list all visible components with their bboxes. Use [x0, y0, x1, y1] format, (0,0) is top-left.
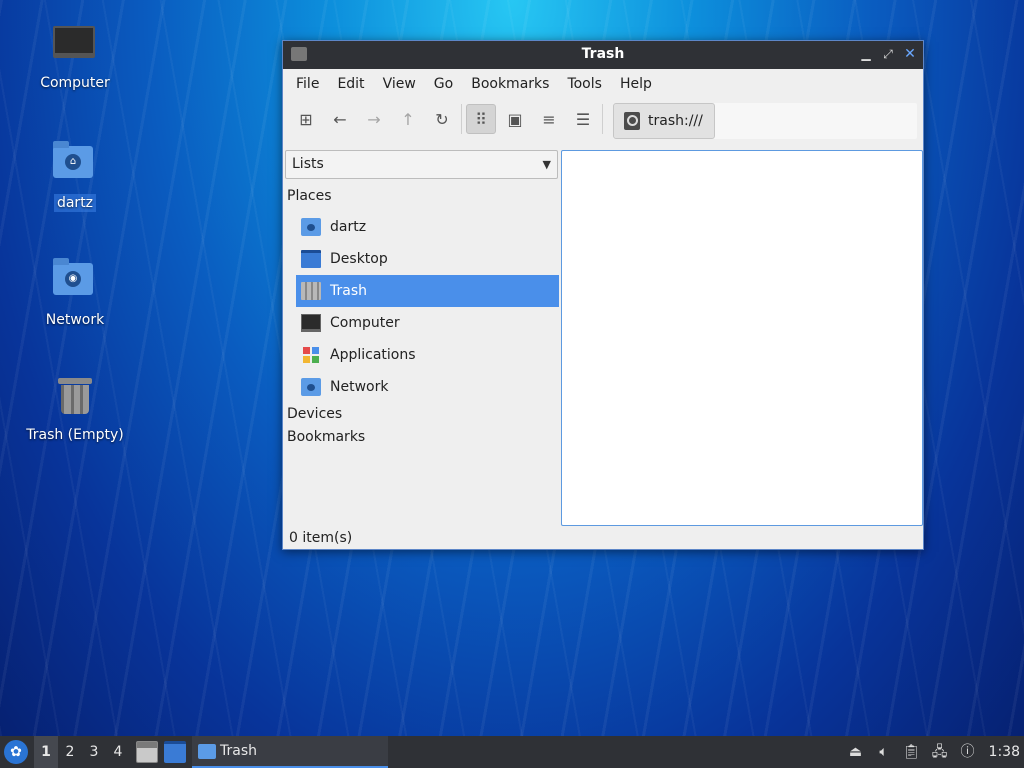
toolbar-separator: [461, 104, 462, 134]
status-bar: 0 item(s): [289, 530, 353, 546]
update-notifier-icon[interactable]: ⓘ: [959, 743, 977, 761]
minimize-button[interactable]: ▁: [859, 45, 873, 63]
home-folder-icon: ⌂: [53, 141, 97, 190]
start-menu-button[interactable]: ✿: [4, 740, 28, 764]
reload-button[interactable]: ↻: [427, 104, 457, 134]
menu-help[interactable]: Help: [611, 69, 661, 99]
sidebar-item-trash[interactable]: Trash: [296, 275, 559, 307]
file-manager-window: Trash ▁ ⤢ ✕ File Edit View Go Bookmarks …: [282, 40, 924, 550]
side-pane-mode-value: Lists: [292, 156, 324, 172]
trash-icon: [301, 282, 321, 300]
workspace-3[interactable]: 3: [82, 736, 106, 768]
volume-icon[interactable]: 🔈︎: [875, 743, 893, 761]
bookmarks-header[interactable]: Bookmarks: [285, 426, 365, 449]
forward-button[interactable]: →: [359, 104, 389, 134]
toolbar: ⊞ ← → ↑ ↻ ⠿ ▣ ≡ ☰ trash:///: [283, 99, 923, 139]
desktop-icon-computer[interactable]: Computer: [20, 20, 130, 92]
thumbnail-view-button[interactable]: ▣: [500, 104, 530, 134]
close-button[interactable]: ✕: [903, 45, 917, 63]
trash-location-icon: [624, 112, 640, 130]
menu-view[interactable]: View: [374, 69, 425, 99]
location-bar[interactable]: trash:///: [613, 103, 917, 139]
location-chip[interactable]: trash:///: [613, 103, 715, 139]
sidebar-item-label: Computer: [330, 315, 400, 331]
places-header[interactable]: Places: [285, 181, 559, 211]
menu-tools[interactable]: Tools: [558, 69, 611, 99]
folder-icon: [198, 743, 216, 759]
trash-icon: [53, 378, 97, 422]
system-tray: ⏏ 🔈︎ 📋︎ 🖧︎ ⓘ 1:38: [847, 736, 1024, 768]
desktop-icon-network[interactable]: ◉ Network: [20, 255, 130, 329]
arrow-right-icon: →: [367, 109, 381, 129]
window-title: Trash: [581, 46, 625, 62]
network-folder-icon: [301, 378, 321, 396]
desktop-icon-label: Network: [45, 312, 105, 328]
maximize-button[interactable]: ⤢: [881, 45, 895, 63]
menu-bar: File Edit View Go Bookmarks Tools Help: [283, 69, 923, 99]
sidebar-item-applications[interactable]: Applications: [296, 339, 559, 371]
list-icon: ≡: [542, 109, 556, 129]
workspace-4[interactable]: 4: [106, 736, 130, 768]
new-tab-button[interactable]: ⊞: [291, 104, 321, 134]
home-folder-icon: [301, 218, 321, 236]
menu-edit[interactable]: Edit: [328, 69, 373, 99]
toolbar-separator: [602, 104, 603, 134]
desktop-icon-label: Computer: [40, 75, 110, 91]
workspace-2[interactable]: 2: [58, 736, 82, 768]
detailed-view-button[interactable]: ☰: [568, 104, 598, 134]
sidebar-item-label: Applications: [330, 347, 416, 363]
start-logo-icon: ✿: [10, 744, 22, 760]
show-desktop-icon[interactable]: [164, 741, 186, 763]
taskbar: ✿ 1 2 3 4 Trash ⏏ 🔈︎ 📋︎ 🖧︎ ⓘ 1:38: [0, 736, 1024, 768]
task-label: Trash: [220, 743, 257, 759]
sidebar-item-label: Network: [330, 379, 389, 395]
reload-icon: ↻: [435, 109, 449, 129]
location-path: trash:///: [648, 113, 703, 129]
new-tab-icon: ⊞: [299, 109, 313, 129]
desktop-icon-label: dartz: [53, 194, 97, 212]
clipboard-icon[interactable]: 📋︎: [903, 743, 921, 761]
sidebar-item-desktop[interactable]: Desktop: [296, 243, 559, 275]
desktop-icon-label: Trash (Empty): [26, 427, 124, 443]
grid-icon: ⠿: [475, 109, 487, 129]
side-pane-mode-select[interactable]: Lists ▼: [285, 150, 558, 179]
sidebar-item-computer[interactable]: Computer: [296, 307, 559, 339]
eject-icon[interactable]: ⏏: [847, 743, 865, 761]
arrow-left-icon: ←: [333, 109, 347, 129]
file-manager-launcher-icon[interactable]: [136, 741, 158, 763]
arrow-up-icon: ↑: [401, 109, 415, 129]
menu-file[interactable]: File: [287, 69, 328, 99]
devices-header[interactable]: Devices: [285, 403, 342, 426]
sidebar-item-network[interactable]: Network: [296, 371, 559, 403]
computer-icon: [53, 26, 97, 70]
network-folder-icon: ◉: [53, 258, 97, 307]
network-icon[interactable]: 🖧︎: [931, 743, 949, 761]
applications-icon: [303, 347, 319, 363]
file-view-area[interactable]: [561, 150, 923, 526]
up-button[interactable]: ↑: [393, 104, 423, 134]
sidebar-item-label: Trash: [330, 283, 367, 299]
back-button[interactable]: ←: [325, 104, 355, 134]
image-icon: ▣: [507, 109, 523, 129]
sidebar-item-label: dartz: [330, 219, 367, 235]
sidebar-item-label: Desktop: [330, 251, 388, 267]
sidebar-item-dartz[interactable]: dartz: [296, 211, 559, 243]
clock[interactable]: 1:38: [989, 744, 1020, 760]
desktop-icon: [301, 250, 321, 268]
window-titlebar[interactable]: Trash ▁ ⤢ ✕: [283, 41, 923, 69]
places-sidebar: Places dartz Desktop Trash Computer Appl…: [285, 181, 559, 541]
workspace-1[interactable]: 1: [34, 736, 58, 768]
compact-view-button[interactable]: ≡: [534, 104, 564, 134]
desktop-icon-dartz[interactable]: ⌂ dartz: [20, 138, 130, 212]
chevron-down-icon: ▼: [542, 158, 551, 171]
menu-go[interactable]: Go: [425, 69, 462, 99]
detailed-list-icon: ☰: [575, 109, 591, 129]
computer-icon: [301, 314, 321, 332]
icon-view-button[interactable]: ⠿: [466, 104, 496, 134]
desktop-icon-trash[interactable]: Trash (Empty): [20, 372, 130, 444]
task-button-trash[interactable]: Trash: [192, 736, 388, 768]
menu-bookmarks[interactable]: Bookmarks: [462, 69, 558, 99]
